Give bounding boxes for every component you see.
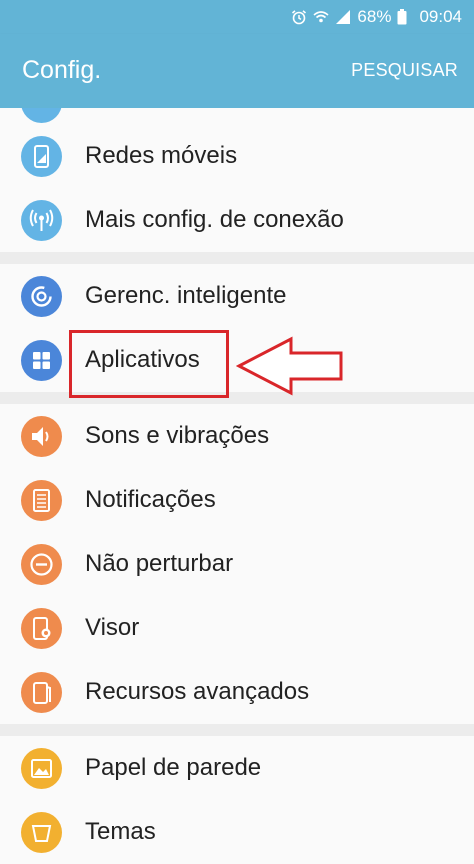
list-item-more-connection-settings[interactable]: Mais config. de conexão: [0, 188, 474, 252]
alarm-icon: [291, 9, 307, 25]
list-item-notifications[interactable]: Notificações: [0, 468, 474, 532]
connection-icon: [21, 200, 62, 241]
search-button[interactable]: PESQUISAR: [351, 60, 458, 81]
list-item-themes[interactable]: Temas: [0, 800, 474, 864]
list-item-label: Temas: [85, 818, 156, 845]
list-item-display[interactable]: Visor: [0, 596, 474, 660]
do-not-disturb-icon: [21, 544, 62, 585]
mobile-network-icon: [21, 136, 62, 177]
list-item-label: Redes móveis: [85, 142, 238, 169]
list-item-label: Visor: [85, 614, 140, 641]
battery-percent: 68%: [357, 7, 392, 26]
settings-group-sound-display: Sons e vibrações Notificações Não pertur…: [0, 404, 474, 724]
scrolled-item-partial: [0, 108, 474, 124]
settings-group-personalization: Papel de parede Temas: [0, 736, 474, 864]
wallpaper-icon: [21, 748, 62, 789]
page-title: Config.: [22, 56, 102, 84]
highlight-box: [69, 330, 229, 398]
app-bar: Config. PESQUISAR: [0, 34, 474, 108]
section-divider: [0, 252, 474, 264]
list-item-do-not-disturb[interactable]: Não perturbar: [0, 532, 474, 596]
list-item-label: Mais config. de conexão: [85, 206, 344, 233]
list-item-label: Recursos avançados: [85, 678, 310, 705]
signal-icon: [335, 9, 351, 25]
list-item-label: Papel de parede: [85, 754, 262, 781]
settings-group-connections: Redes móveis Mais config. de conexão: [0, 108, 474, 252]
advanced-features-icon: [21, 672, 62, 713]
list-item-mobile-networks[interactable]: Redes móveis: [0, 124, 474, 188]
apps-grid-icon: [21, 340, 62, 381]
list-item-label: Notificações: [85, 486, 216, 513]
list-item-sounds-vibration[interactable]: Sons e vibrações: [0, 404, 474, 468]
smart-manager-icon: [21, 276, 62, 317]
wifi-icon: [313, 9, 329, 25]
list-item-wallpaper[interactable]: Papel de parede: [0, 736, 474, 800]
partial-item-icon: [21, 108, 62, 123]
clock: 09:04: [419, 7, 462, 26]
settings-list: Redes móveis Mais config. de conexão Ger…: [0, 108, 474, 864]
list-item-label: Gerenc. inteligente: [85, 282, 287, 309]
section-divider: [0, 724, 474, 736]
status-bar: 68% 09:04: [0, 0, 474, 34]
battery-icon: [397, 9, 413, 25]
list-item-label: Não perturbar: [85, 550, 234, 577]
themes-icon: [21, 812, 62, 853]
list-item-label: Sons e vibrações: [85, 422, 270, 449]
display-icon: [21, 608, 62, 649]
list-item-advanced-features[interactable]: Recursos avançados: [0, 660, 474, 724]
pointer-arrow-icon: [236, 336, 343, 396]
speaker-icon: [21, 416, 62, 457]
notification-icon: [21, 480, 62, 521]
list-item-smart-manager[interactable]: Gerenc. inteligente: [0, 264, 474, 328]
